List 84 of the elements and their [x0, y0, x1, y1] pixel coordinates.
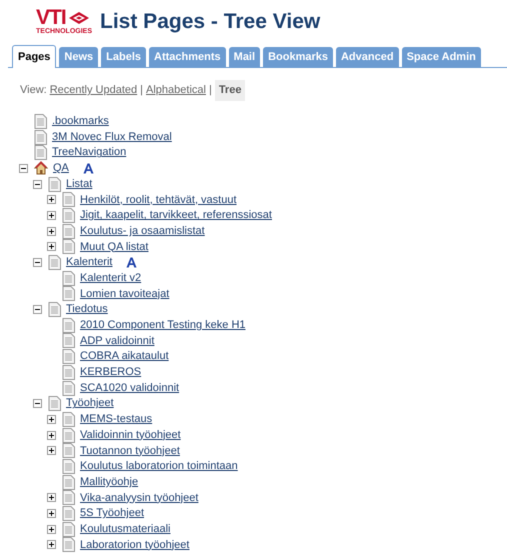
page-icon — [62, 506, 75, 522]
page-link[interactable]: Kalenterit — [66, 254, 112, 271]
page-link[interactable]: Mallityöohje — [80, 474, 138, 490]
page-link[interactable]: 2010 Component Testing keke H1 — [80, 317, 246, 334]
page-link[interactable]: .bookmarks — [52, 113, 109, 130]
expand-icon[interactable] — [47, 226, 56, 236]
collapse-icon[interactable] — [33, 305, 42, 314]
page-icon — [62, 270, 75, 286]
page-link[interactable]: Tuotannon työohjeet — [80, 442, 180, 460]
separator: | — [208, 83, 212, 98]
page-link[interactable]: Laboratorion työohjeet — [80, 536, 190, 554]
page-link[interactable]: 5S Työohjeet — [80, 505, 144, 522]
page-link[interactable]: COBRA aikataulut — [80, 348, 169, 365]
page-link[interactable]: Lomien tavoiteajat — [80, 286, 170, 302]
page-link[interactable]: KERBEROS — [80, 364, 142, 381]
letter-a-icon[interactable] — [82, 162, 94, 174]
page-icon — [62, 443, 75, 458]
page-icon — [48, 255, 61, 270]
expand-icon[interactable] — [47, 446, 56, 456]
separator: | — [140, 83, 144, 98]
letter-a-icon[interactable] — [126, 257, 138, 268]
page-link[interactable]: Jigit, kaapelit, tarvikkeet, referenssiosat — [80, 207, 272, 224]
page-icon — [62, 458, 75, 474]
page-icon — [62, 490, 75, 506]
expand-icon[interactable] — [47, 540, 56, 550]
logo-text: VTI — [36, 8, 66, 28]
page-icon — [34, 130, 47, 145]
page-icon — [62, 474, 75, 490]
expand-icon[interactable] — [47, 524, 56, 534]
page-icon — [62, 239, 75, 254]
house-icon — [34, 161, 48, 176]
page-icon — [62, 208, 75, 223]
page-icon — [62, 412, 75, 427]
page-icon — [62, 380, 75, 396]
expand-icon[interactable] — [47, 210, 56, 220]
page-icon — [34, 145, 47, 160]
page-icon — [62, 349, 75, 364]
page-icon — [48, 302, 61, 318]
page-link[interactable]: Vika-analyysin työohjeet — [80, 490, 198, 506]
view-option[interactable]: Tree — [214, 80, 246, 100]
collapse-icon[interactable] — [33, 258, 42, 268]
page-link[interactable]: ADP validoinnit — [80, 332, 154, 350]
page-icon — [62, 286, 75, 302]
view-option[interactable]: Alphabetical — [146, 82, 206, 98]
page-title: List Pages - Tree View — [100, 10, 320, 34]
page-icon — [62, 224, 75, 239]
page-link[interactable]: Henkilöt, roolit, tehtävät, vastuut — [80, 192, 237, 208]
collapse-icon[interactable] — [19, 164, 28, 173]
view-label: View: — [20, 83, 47, 98]
page-link[interactable]: Muut QA listat — [80, 238, 148, 256]
page-icon — [62, 318, 75, 333]
collapse-icon[interactable] — [33, 399, 42, 408]
page-icon — [62, 333, 75, 348]
expand-icon[interactable] — [47, 430, 56, 440]
expand-icon[interactable] — [47, 493, 56, 502]
page-link[interactable]: 3M Novec Flux Removal — [52, 128, 172, 146]
tab[interactable]: Pages — [12, 45, 56, 68]
page-link[interactable]: Työohjeet — [66, 395, 114, 412]
expand-icon[interactable] — [47, 509, 56, 518]
page-icon — [34, 114, 47, 129]
expand-icon[interactable] — [47, 242, 56, 252]
logo-icon — [68, 10, 90, 26]
page-link[interactable]: Validoinnin työohjeet — [80, 426, 181, 444]
page-link[interactable]: Koulutusmateriaali — [80, 520, 170, 538]
page-link[interactable]: Koulutus- ja osaamislistat — [80, 222, 205, 240]
page-link[interactable]: MEMS-testaus — [80, 411, 152, 428]
page-link[interactable]: TreeNavigation — [52, 144, 126, 161]
expand-icon[interactable] — [47, 414, 56, 424]
page-icon — [62, 522, 75, 537]
view-option[interactable]: Recently Updated — [50, 82, 138, 98]
page-link[interactable]: QA — [53, 160, 69, 177]
page-icon — [62, 428, 75, 443]
page-icon — [62, 364, 75, 380]
page-link[interactable]: Tiedotus — [66, 301, 108, 318]
page-link[interactable]: SCA1020 validoinnit — [80, 380, 180, 396]
expand-icon[interactable] — [47, 195, 56, 204]
collapse-icon[interactable] — [33, 180, 42, 189]
page-link[interactable]: Listat — [66, 176, 92, 192]
page-icon — [48, 176, 61, 192]
page-icon — [62, 192, 75, 208]
page-icon — [48, 396, 61, 412]
page-icon — [62, 537, 75, 552]
page-link[interactable]: Kalenterit v2 — [80, 270, 142, 286]
page-link[interactable]: Koulutus laboratorion toimintaan — [80, 458, 238, 475]
